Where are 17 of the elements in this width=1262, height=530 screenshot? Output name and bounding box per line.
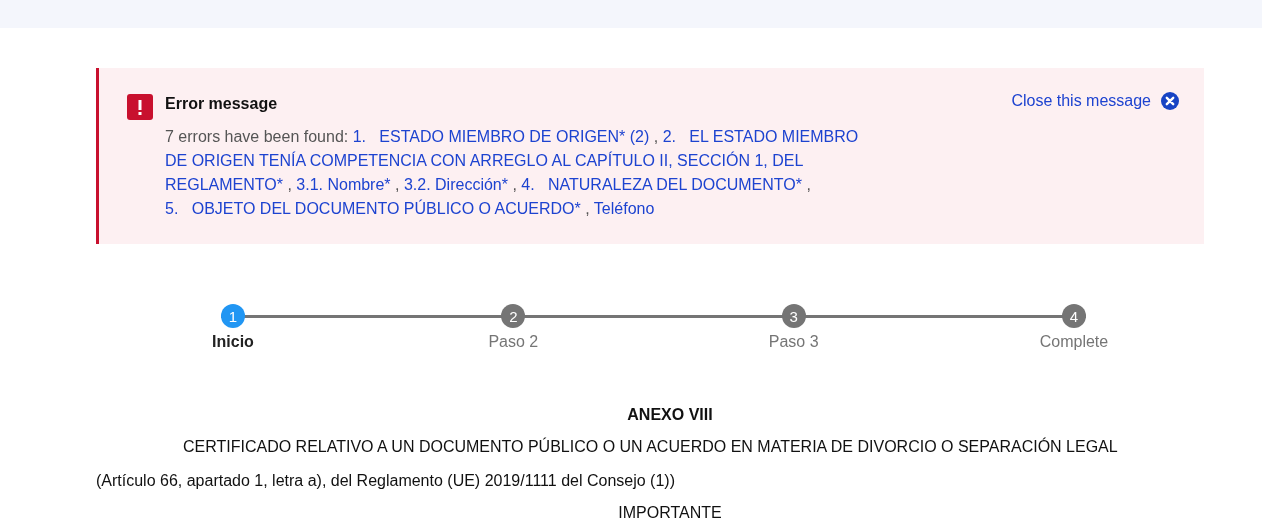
step-label: Complete (1039, 333, 1109, 351)
step-number[interactable]: 2 (501, 304, 526, 328)
step-number[interactable]: 1 (221, 304, 245, 328)
regulation-reference: (Artículo 66, apartado 1, letra a), del Reglamento (UE) 2019/1111 del Consejo (1)) (96, 472, 676, 490)
error-summary: 7 errors have been found: 1. ESTADO MIEMBRO DE ORIGEN* (2) , 2. EL ESTADO MIEMBRO DE ORIGEN TENÍA COMPETENCIA CON ARREGLO AL CAPÍTULO II, SECCIÓN 1, DEL REGLAMENTO* , 3.1. Nombre* , 3.2. Dirección* , 4. NATURALEZA DEL DOCUMENTO* , 5. OBJETO DEL DOCUMENTO PÚBLICO O ACUERDO* , Teléfono (165, 127, 860, 219)
certificate-title: CERTIFICADO RELATIVO A UN DOCUMENTO PÚBLICO O UN ACUERDO EN MATERIA DE DIVORCIO O SEPARACIÓN LEGAL (182, 438, 1119, 456)
step-label: Paso 3 (768, 333, 819, 351)
step-label: Inicio (212, 333, 254, 351)
error-icon (127, 94, 153, 120)
annex-heading: ANEXO VIII (626, 406, 714, 424)
close-icon (1161, 92, 1179, 110)
step-number[interactable]: 3 (781, 304, 806, 328)
step-number[interactable]: 4 (1062, 304, 1086, 328)
notice-heading: IMPORTANTE (617, 504, 723, 522)
alert-title: Error message (165, 95, 279, 113)
step-label: Paso 2 (488, 333, 539, 351)
close-message-link[interactable]: Close this message (1011, 92, 1179, 110)
